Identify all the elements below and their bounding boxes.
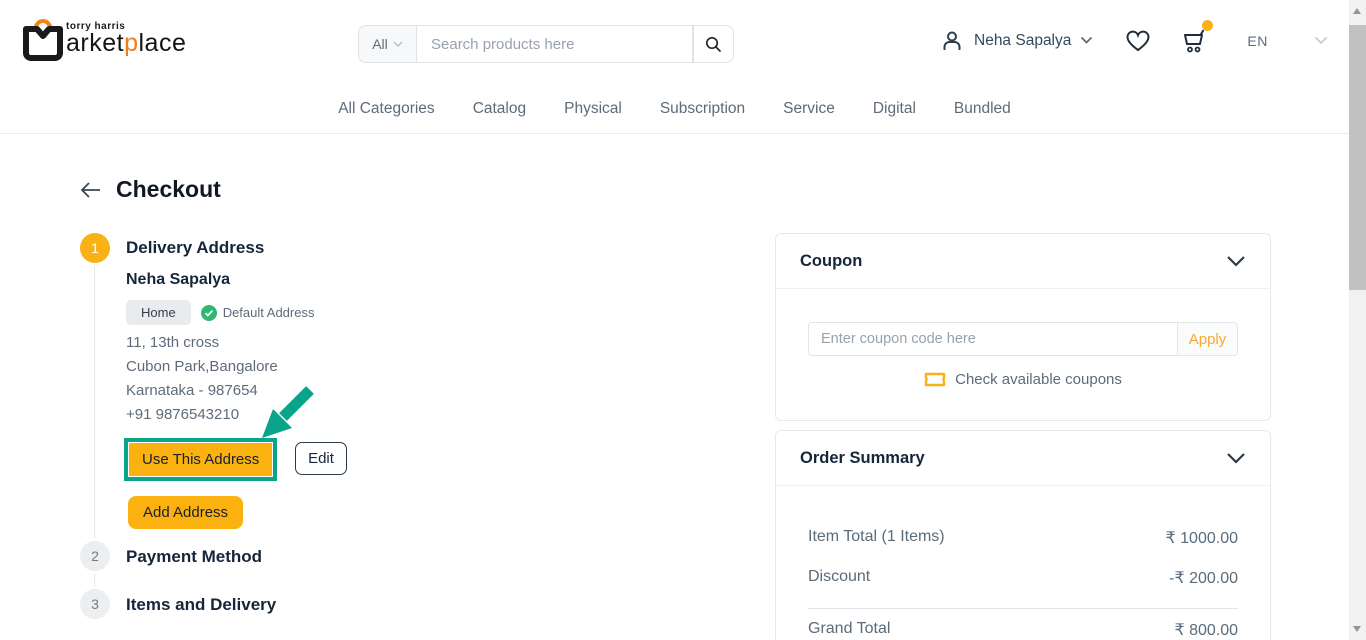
order-summary-header[interactable]: Order Summary	[776, 431, 1270, 486]
heart-icon	[1126, 30, 1150, 51]
add-address-button[interactable]: Add Address	[128, 496, 244, 529]
account-menu[interactable]: Neha Sapalya	[940, 29, 1093, 53]
scrollbar	[1349, 0, 1366, 640]
user-icon	[943, 31, 961, 50]
cart-icon	[1184, 29, 1205, 53]
search-category-select[interactable]: All	[358, 25, 416, 63]
header: torry harris arketplace All Neha Sapalya	[0, 0, 1366, 134]
summary-value: -₹ 200.00	[1169, 570, 1238, 587]
nav-physical[interactable]: Physical	[564, 96, 622, 122]
summary-value: ₹ 800.00	[1174, 622, 1238, 639]
chevron-down-icon	[1227, 256, 1245, 267]
address-name: Neha Sapalya	[126, 271, 231, 288]
cart-button[interactable]	[1181, 20, 1214, 54]
ticket-icon	[924, 372, 946, 387]
step-2-label: Payment Method	[126, 547, 263, 566]
nav-digital[interactable]: Digital	[873, 96, 916, 122]
apply-coupon-button[interactable]: Apply	[1178, 322, 1238, 356]
address-line: Karnataka - 987654	[126, 382, 258, 399]
default-address-label: Default Address	[222, 305, 315, 320]
coupon-title: Coupon	[800, 251, 863, 270]
summary-label: Item Total (1 Items)	[808, 528, 945, 545]
scrollbar-up-arrow[interactable]	[1353, 8, 1361, 14]
language-chevron-down-icon[interactable]	[1314, 36, 1328, 45]
nav-bundled[interactable]: Bundled	[954, 96, 1011, 122]
marketplace-logo[interactable]: torry harris arketplace	[20, 12, 186, 69]
wishlist-button[interactable]	[1125, 29, 1151, 53]
address-line: 11, 13th cross	[126, 334, 220, 351]
account-name: Neha Sapalya	[974, 31, 1072, 49]
edit-address-button[interactable]: Edit	[295, 442, 347, 475]
step-connector	[94, 574, 95, 587]
language-label[interactable]: EN	[1247, 33, 1267, 49]
use-address-highlight: Use This Address	[124, 438, 278, 481]
chevron-down-icon	[1227, 453, 1245, 464]
header-actions: Neha Sapalya EN	[940, 20, 1328, 54]
cart-badge	[1202, 20, 1214, 31]
main-nav: All Categories Catalog Physical Subscrip…	[0, 96, 1349, 122]
address-tag-badge: Home	[126, 300, 191, 325]
search-input[interactable]	[416, 25, 693, 63]
nav-all-categories[interactable]: All Categories	[338, 96, 435, 122]
summary-row-grand-total: Grand Total ₹ 800.00	[808, 620, 1238, 640]
logo-brand: arketplace	[66, 29, 187, 57]
order-summary-card: Order Summary Item Total (1 Items) ₹ 100…	[775, 430, 1271, 640]
summary-divider	[808, 608, 1238, 609]
step-3-label: Items and Delivery	[126, 595, 277, 614]
address-line: Cubon Park,Bangalore	[126, 358, 278, 375]
summary-row-item-total: Item Total (1 Items) ₹ 1000.00	[808, 528, 1238, 548]
coupon-card: Coupon Apply Check available coupons	[775, 233, 1271, 421]
use-this-address-button[interactable]: Use This Address	[129, 443, 273, 476]
address-line: +91 9876543210	[126, 406, 240, 423]
summary-label: Grand Total	[808, 620, 891, 637]
search-button[interactable]	[693, 25, 734, 63]
summary-row-discount: Discount -₹ 200.00	[808, 568, 1238, 588]
address-lines: 11, 13th cross Cubon Park,Bangalore Karn…	[126, 331, 278, 427]
logo-bag-icon	[20, 12, 72, 69]
summary-value: ₹ 1000.00	[1165, 530, 1238, 547]
scrollbar-thumb[interactable]	[1349, 25, 1366, 290]
step-3-badge: 3	[80, 589, 110, 619]
summary-label: Discount	[808, 568, 871, 585]
coupon-code-input[interactable]	[808, 322, 1178, 356]
check-available-coupons-link[interactable]: Check available coupons	[808, 371, 1238, 388]
scrollbar-down-arrow[interactable]	[1353, 626, 1361, 632]
default-address: Default Address	[200, 304, 315, 321]
page-title: Checkout	[116, 176, 221, 202]
chevron-down-icon	[393, 40, 403, 47]
search-bar: All	[358, 25, 734, 63]
search-icon	[705, 36, 722, 52]
step-1-label: Delivery Address	[126, 238, 265, 257]
order-summary-title: Order Summary	[800, 448, 925, 467]
step-1-badge: 1	[80, 233, 110, 263]
nav-subscription[interactable]: Subscription	[660, 96, 745, 122]
step-connector	[94, 266, 95, 538]
check-circle-icon	[200, 304, 217, 321]
nav-service[interactable]: Service	[783, 96, 835, 122]
coupon-header[interactable]: Coupon	[776, 234, 1270, 289]
back-arrow-icon[interactable]	[80, 181, 101, 198]
chevron-down-icon	[1081, 36, 1093, 44]
nav-catalog[interactable]: Catalog	[473, 96, 526, 122]
step-2-badge: 2	[80, 541, 110, 571]
